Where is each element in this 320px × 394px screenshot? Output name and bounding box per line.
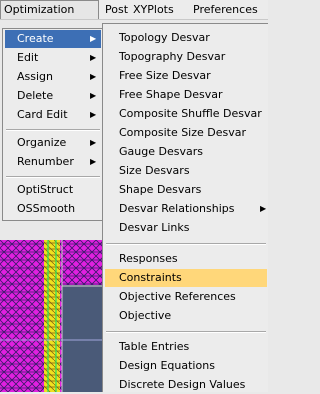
- submenu-item-label: Desvar Links: [119, 221, 190, 234]
- submenu-item-design-equations[interactable]: Design Equations: [105, 357, 267, 375]
- menu-separator: [6, 129, 100, 131]
- menu-item-optistruct[interactable]: OptiStruct: [5, 181, 101, 199]
- submenu-item-discrete-design-values[interactable]: Discrete Design Values: [105, 376, 267, 394]
- submenu-item-label: Desvar Relationships: [119, 202, 235, 215]
- submenu-item-label: Table Entries: [119, 340, 190, 353]
- menu-preferences-label: Preferences: [193, 3, 258, 16]
- submenu-item-label: Constraints: [119, 271, 182, 284]
- submenu-arrow-icon: ▶: [90, 34, 97, 43]
- submenu-item-label: Discrete Design Values: [119, 378, 246, 391]
- menu-bar: Optimization Post XYPlots Preferences: [0, 0, 268, 20]
- menu-separator: [6, 176, 100, 178]
- menu-post[interactable]: Post: [102, 0, 131, 19]
- menu-item-assign[interactable]: Assign ▶: [5, 68, 101, 86]
- submenu-item-free-shape-desvar[interactable]: Free Shape Desvar: [105, 86, 267, 104]
- submenu-item-topography-desvar[interactable]: Topography Desvar: [105, 48, 267, 66]
- submenu-item-label: Free Shape Desvar: [119, 88, 223, 101]
- submenu-item-topology-desvar[interactable]: Topology Desvar: [105, 29, 267, 47]
- submenu-item-free-size-desvar[interactable]: Free Size Desvar: [105, 67, 267, 85]
- submenu-item-objective[interactable]: Objective: [105, 307, 267, 325]
- submenu-item-constraints[interactable]: Constraints: [105, 269, 267, 287]
- optimization-dropdown: Create ▶ Edit ▶ Assign ▶ Delete ▶ Card E…: [2, 28, 103, 221]
- submenu-arrow-icon: ▶: [90, 138, 97, 147]
- menu-separator: [106, 331, 266, 333]
- submenu-item-label: Topology Desvar: [119, 31, 210, 44]
- submenu-item-gauge-desvars[interactable]: Gauge Desvars: [105, 143, 267, 161]
- menu-separator: [106, 243, 266, 245]
- menu-item-delete[interactable]: Delete ▶: [5, 87, 101, 105]
- submenu-item-label: Free Size Desvar: [119, 69, 211, 82]
- mesh-view: [0, 240, 106, 392]
- menu-preferences[interactable]: Preferences: [190, 0, 261, 19]
- menu-item-ossmooth-label: OSSmooth: [17, 202, 76, 215]
- graphics-viewport[interactable]: [0, 240, 106, 392]
- menu-item-renumber[interactable]: Renumber ▶: [5, 153, 101, 171]
- menu-item-assign-label: Assign: [17, 70, 53, 83]
- menu-item-ossmooth[interactable]: OSSmooth: [5, 200, 101, 218]
- submenu-item-label: Shape Desvars: [119, 183, 202, 196]
- submenu-item-label: Composite Size Desvar: [119, 126, 247, 139]
- submenu-item-label: Objective References: [119, 290, 236, 303]
- menu-item-edit-label: Edit: [17, 51, 39, 64]
- menu-item-organize[interactable]: Organize ▶: [5, 134, 101, 152]
- submenu-item-table-entries[interactable]: Table Entries: [105, 338, 267, 356]
- menu-item-organize-label: Organize: [17, 136, 67, 149]
- submenu-item-composite-shuffle-desvar[interactable]: Composite Shuffle Desvar: [105, 105, 267, 123]
- menu-item-delete-label: Delete: [17, 89, 54, 102]
- menu-item-card-edit-label: Card Edit: [17, 108, 68, 121]
- submenu-item-desvar-relationships[interactable]: Desvar Relationships ▶: [105, 200, 267, 218]
- submenu-item-label: Objective: [119, 309, 172, 322]
- menu-optimization[interactable]: Optimization: [0, 0, 99, 19]
- menu-item-card-edit[interactable]: Card Edit ▶: [5, 106, 101, 124]
- create-submenu: Topology Desvar Topography Desvar Free S…: [102, 23, 268, 392]
- menu-item-create[interactable]: Create ▶: [5, 30, 101, 48]
- submenu-item-responses[interactable]: Responses: [105, 250, 267, 268]
- menu-post-label: Post: [105, 3, 129, 16]
- submenu-item-label: Composite Shuffle Desvar: [119, 107, 262, 120]
- submenu-arrow-icon: ▶: [90, 91, 97, 100]
- menu-item-optistruct-label: OptiStruct: [17, 183, 74, 196]
- submenu-item-objective-references[interactable]: Objective References: [105, 288, 267, 306]
- submenu-item-shape-desvars[interactable]: Shape Desvars: [105, 181, 267, 199]
- submenu-item-label: Gauge Desvars: [119, 145, 203, 158]
- submenu-arrow-icon: ▶: [90, 157, 97, 166]
- submenu-arrow-icon: ▶: [90, 53, 97, 62]
- submenu-arrow-icon: ▶: [260, 204, 267, 213]
- submenu-item-label: Size Desvars: [119, 164, 190, 177]
- menu-xyplots-label: XYPlots: [133, 3, 174, 16]
- menu-optimization-label: Optimization: [4, 3, 75, 16]
- menu-item-renumber-label: Renumber: [17, 155, 74, 168]
- submenu-item-label: Responses: [119, 252, 178, 265]
- submenu-item-label: Design Equations: [119, 359, 215, 372]
- submenu-arrow-icon: ▶: [90, 110, 97, 119]
- menu-item-create-label: Create: [17, 32, 54, 45]
- submenu-item-size-desvars[interactable]: Size Desvars: [105, 162, 267, 180]
- submenu-arrow-icon: ▶: [90, 72, 97, 81]
- submenu-item-composite-size-desvar[interactable]: Composite Size Desvar: [105, 124, 267, 142]
- menu-item-edit[interactable]: Edit ▶: [5, 49, 101, 67]
- menu-xyplots[interactable]: XYPlots: [130, 0, 177, 19]
- submenu-item-label: Topography Desvar: [119, 50, 226, 63]
- submenu-item-desvar-links[interactable]: Desvar Links: [105, 219, 267, 237]
